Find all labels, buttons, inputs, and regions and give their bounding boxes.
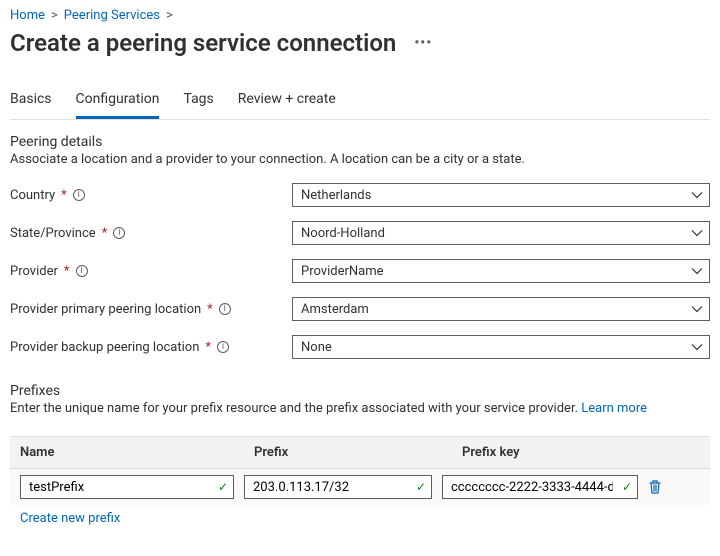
required-asterisk: * [205,340,211,355]
chevron-down-icon [691,189,703,201]
required-asterisk: * [102,226,108,241]
backup-location-value: None [301,340,332,355]
peering-section-desc: Associate a location and a provider to y… [10,152,710,167]
prefixes-desc-text: Enter the unique name for your prefix re… [10,401,581,416]
state-label: State/Province [10,226,96,241]
row-primary-location: Provider primary peering location * i Am… [10,297,710,321]
create-new-prefix-link[interactable]: Create new prefix [20,511,120,526]
info-icon[interactable]: i [73,189,85,201]
primary-location-value: Amsterdam [301,302,369,317]
country-label: Country [10,188,55,203]
chevron-down-icon [691,303,703,315]
tab-review-create[interactable]: Review + create [238,91,336,119]
col-header-prefix: Prefix [254,445,462,460]
more-actions-icon[interactable]: ••• [414,35,432,51]
prefixes-section-desc: Enter the unique name for your prefix re… [10,401,710,416]
prefix-table-header: Name Prefix Prefix key [10,436,710,469]
chevron-down-icon [691,227,703,239]
info-icon[interactable]: i [217,341,229,353]
tab-basics[interactable]: Basics [10,91,52,119]
prefix-row: ✓ ✓ ✓ [10,469,710,505]
prefix-name-input[interactable] [20,475,234,499]
row-state: State/Province * i Noord-Holland [10,221,710,245]
tabs: Basics Configuration Tags Review + creat… [10,91,710,120]
col-header-name: Name [20,445,254,460]
required-asterisk: * [61,188,67,203]
prefix-table: Name Prefix Prefix key ✓ ✓ ✓ [10,436,710,505]
country-value: Netherlands [301,188,371,203]
page-title-row: Create a peering service connection ••• [10,29,710,57]
chevron-down-icon [691,341,703,353]
chevron-down-icon [691,265,703,277]
provider-label: Provider [10,264,58,279]
page-title: Create a peering service connection [10,29,396,57]
info-icon[interactable]: i [113,227,125,239]
state-value: Noord-Holland [301,226,385,241]
prefix-key-input[interactable] [442,475,638,499]
primary-location-select[interactable]: Amsterdam [292,297,710,321]
tab-tags[interactable]: Tags [183,91,213,119]
primary-location-label: Provider primary peering location [10,302,201,317]
info-icon[interactable]: i [76,265,88,277]
breadcrumb-home[interactable]: Home [10,8,45,23]
required-asterisk: * [207,302,213,317]
backup-location-label: Provider backup peering location [10,340,199,355]
country-select[interactable]: Netherlands [292,183,710,207]
prefix-value-input[interactable] [244,475,432,499]
delete-icon[interactable] [648,479,662,495]
col-header-key: Prefix key [462,445,700,460]
provider-value: ProviderName [301,264,384,279]
tab-configuration[interactable]: Configuration [76,91,160,119]
breadcrumb: Home > Peering Services > [10,8,710,23]
row-country: Country * i Netherlands [10,183,710,207]
breadcrumb-separator: > [166,8,173,23]
backup-location-select[interactable]: None [292,335,710,359]
learn-more-link[interactable]: Learn more [581,401,647,416]
breadcrumb-peering-services[interactable]: Peering Services [64,8,160,23]
row-backup-location: Provider backup peering location * i Non… [10,335,710,359]
provider-select[interactable]: ProviderName [292,259,710,283]
state-select[interactable]: Noord-Holland [292,221,710,245]
row-provider: Provider * i ProviderName [10,259,710,283]
prefixes-section-title: Prefixes [10,383,710,399]
peering-section-title: Peering details [10,134,710,150]
info-icon[interactable]: i [219,303,231,315]
required-asterisk: * [64,264,70,279]
breadcrumb-separator: > [51,8,58,23]
